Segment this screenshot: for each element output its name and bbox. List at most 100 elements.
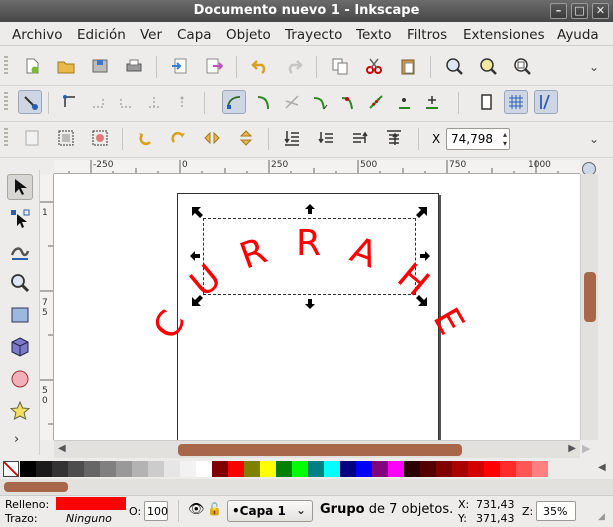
chevron-down-icon[interactable]: ⌄ xyxy=(589,60,599,74)
vertical-scrollbar[interactable] xyxy=(580,174,598,440)
color-swatch[interactable] xyxy=(148,461,164,477)
snap-center-button[interactable] xyxy=(170,90,194,114)
color-swatch[interactable] xyxy=(84,461,100,477)
snap-bbox-corner-button[interactable] xyxy=(114,90,138,114)
color-swatch[interactable] xyxy=(292,461,308,477)
menu-objeto[interactable]: Objeto xyxy=(226,27,271,43)
raise-to-top-button[interactable] xyxy=(382,126,406,150)
layer-dropdown[interactable]: •Capa 1 ⌄ xyxy=(227,500,313,522)
snap-guides-button[interactable] xyxy=(534,90,558,114)
palette-scroll-thumb[interactable] xyxy=(4,482,68,492)
selector-tool[interactable] xyxy=(7,174,33,200)
zoom-selection-button[interactable] xyxy=(442,54,466,78)
snap-intersection-button[interactable] xyxy=(280,90,304,114)
new-document-button[interactable] xyxy=(20,54,44,78)
3d-box-tool[interactable] xyxy=(7,334,33,360)
color-swatch[interactable] xyxy=(324,461,340,477)
copy-button[interactable] xyxy=(328,54,352,78)
snap-cusp-button[interactable] xyxy=(308,90,332,114)
eye-icon[interactable]: 👁 xyxy=(188,502,205,517)
menu-filtros[interactable]: Filtros xyxy=(407,27,447,43)
raise-button[interactable] xyxy=(348,126,372,150)
snap-page-button[interactable] xyxy=(474,90,498,114)
menu-extensiones[interactable]: Extensiones xyxy=(463,27,545,43)
select-all-button[interactable] xyxy=(20,126,44,150)
color-swatch[interactable] xyxy=(484,461,500,477)
color-swatch[interactable] xyxy=(260,461,276,477)
color-swatch[interactable] xyxy=(340,461,356,477)
color-swatch[interactable] xyxy=(452,461,468,477)
ellipse-tool[interactable] xyxy=(7,366,33,392)
color-swatch[interactable] xyxy=(244,461,260,477)
curved-text-group[interactable]: CURRAHE xyxy=(54,174,580,440)
snap-nodes-button[interactable] xyxy=(222,90,246,114)
snap-bbox-midpoint-button[interactable] xyxy=(142,90,166,114)
minimize-button[interactable]: – xyxy=(550,3,567,19)
close-button[interactable]: ✕ xyxy=(592,3,609,19)
palette-menu-icon[interactable]: ◀ xyxy=(598,462,606,473)
snap-bbox-edge-button[interactable] xyxy=(86,90,110,114)
color-swatch[interactable] xyxy=(52,461,68,477)
node-tool[interactable] xyxy=(7,206,33,232)
more-tools-chevron-icon[interactable]: › xyxy=(14,432,19,447)
menu-texto[interactable]: Texto xyxy=(356,27,392,43)
color-swatch[interactable] xyxy=(276,461,292,477)
cut-button[interactable] xyxy=(362,54,386,78)
menu-capa[interactable]: Capa xyxy=(177,27,212,43)
color-swatch[interactable] xyxy=(420,461,436,477)
color-swatch[interactable] xyxy=(516,461,532,477)
menu-ayuda[interactable]: Ayuda xyxy=(557,27,599,43)
toolbar-grip[interactable] xyxy=(4,128,8,148)
deselect-button[interactable] xyxy=(88,126,112,150)
color-swatch[interactable] xyxy=(36,461,52,477)
color-swatch[interactable] xyxy=(356,461,372,477)
spinner-arrows-icon[interactable]: ▴ ▾ xyxy=(503,130,507,148)
zoom-page-button[interactable] xyxy=(510,54,534,78)
color-swatch[interactable] xyxy=(228,461,244,477)
print-button[interactable] xyxy=(122,54,146,78)
color-swatch[interactable] xyxy=(388,461,404,477)
snap-paths-button[interactable] xyxy=(252,90,276,114)
color-swatch[interactable] xyxy=(132,461,148,477)
toolbar-grip[interactable] xyxy=(4,92,8,112)
color-swatch[interactable] xyxy=(308,461,324,477)
resize-grip-icon[interactable]: ◢ xyxy=(598,512,605,522)
color-swatch[interactable] xyxy=(436,461,452,477)
rotate-cw-button[interactable] xyxy=(166,126,190,150)
palette-scrollbar[interactable] xyxy=(0,479,613,495)
color-swatch[interactable] xyxy=(532,461,548,477)
maximize-button[interactable]: □ xyxy=(571,3,588,19)
no-paint-swatch[interactable] xyxy=(3,461,19,477)
zoom-tool[interactable] xyxy=(7,270,33,296)
lock-icon[interactable]: 🔓 xyxy=(207,502,222,516)
menu-edicion[interactable]: Edición xyxy=(77,27,126,43)
color-swatch[interactable] xyxy=(468,461,484,477)
flip-horizontal-button[interactable] xyxy=(200,126,224,150)
x-coordinate-spinner[interactable]: 74,798 ▴ ▾ xyxy=(446,128,510,150)
snap-rotation-center-button[interactable] xyxy=(420,90,444,114)
color-swatch[interactable] xyxy=(68,461,84,477)
menu-archivo[interactable]: Archivo xyxy=(12,27,62,43)
rotate-ccw-button[interactable] xyxy=(134,126,158,150)
stroke-value[interactable]: Ninguno xyxy=(66,512,112,525)
color-swatch[interactable] xyxy=(196,461,212,477)
star-tool[interactable] xyxy=(7,398,33,424)
snap-bbox-button[interactable] xyxy=(58,90,82,114)
fill-swatch[interactable] xyxy=(56,497,126,510)
undo-button[interactable] xyxy=(248,54,272,78)
open-button[interactable] xyxy=(54,54,78,78)
scroll-right-icon[interactable]: ▶ xyxy=(568,443,576,454)
vertical-scroll-thumb[interactable] xyxy=(584,272,596,322)
snap-grid-button[interactable] xyxy=(504,90,528,114)
chevron-down-icon[interactable]: ⌄ xyxy=(589,132,599,146)
export-button[interactable] xyxy=(202,54,226,78)
lower-to-bottom-button[interactable] xyxy=(280,126,304,150)
save-button[interactable] xyxy=(88,54,112,78)
color-swatch[interactable] xyxy=(500,461,516,477)
color-swatch[interactable] xyxy=(372,461,388,477)
tweak-tool[interactable] xyxy=(7,238,33,264)
horizontal-scrollbar[interactable]: ◀ ▶ xyxy=(54,440,580,458)
snap-smooth-button[interactable] xyxy=(336,90,360,114)
color-swatch[interactable] xyxy=(100,461,116,477)
color-swatch[interactable] xyxy=(116,461,132,477)
